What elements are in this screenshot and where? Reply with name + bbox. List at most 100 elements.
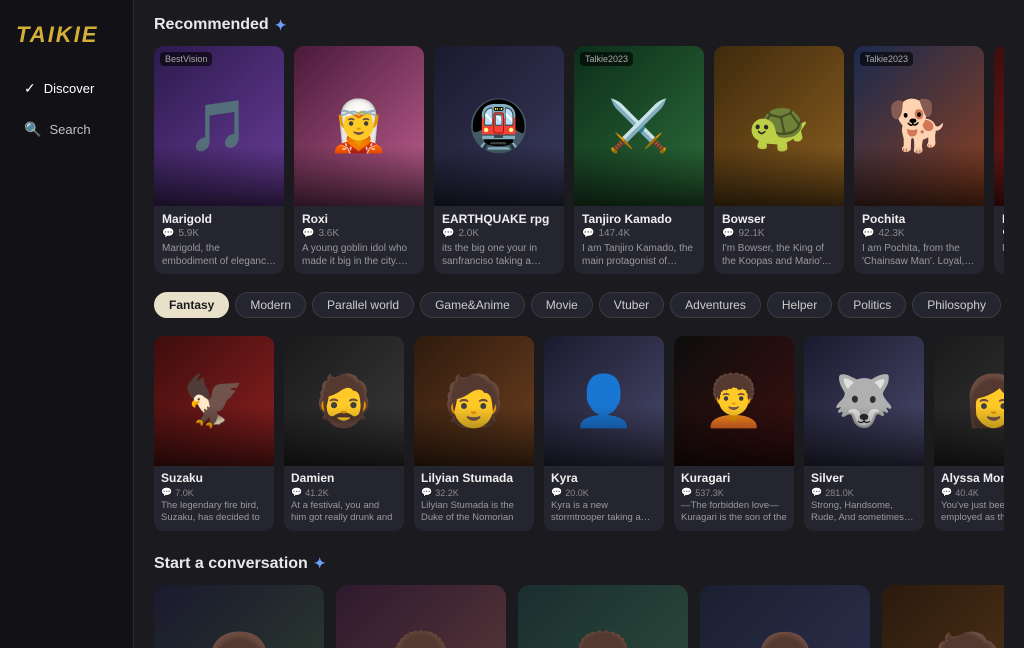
- rec-card-name: Ran R: [1002, 212, 1004, 226]
- rec-card-stats: 💬 42.3K: [862, 228, 976, 239]
- category-pill[interactable]: Fantasy: [154, 292, 229, 318]
- char-card-desc: Strong, Handsome, Rude, And sometimes He…: [811, 500, 917, 525]
- char-card-desc: The legendary fire bird, Suzaku, has dec…: [161, 500, 267, 525]
- category-pill[interactable]: Parallel world: [312, 292, 414, 318]
- rec-card-name: Roxi: [302, 212, 416, 226]
- conversation-row: 👩 Jade hi Best friend 👩‍🦱 Leah Hello cut…: [154, 585, 1004, 648]
- rec-card-name: Marigold: [162, 212, 276, 226]
- category-pill[interactable]: Game&Anime: [420, 292, 525, 318]
- char-card[interactable]: 👤 Kyra 💬 20.0K Kyra is a new stormtroope…: [544, 336, 664, 531]
- sidebar-item-label: Search: [49, 122, 90, 137]
- char-card-stats: 💬 537.3K: [681, 487, 787, 498]
- rec-card-stats: 💬 147.4K: [582, 228, 696, 239]
- conv-card[interactable]: 👩 Jade hi Best friend: [154, 585, 324, 648]
- char-card[interactable]: 🐺 Silver 💬 281.0K Strong, Handsome, Rude…: [804, 336, 924, 531]
- rec-card-image: 🚇: [434, 46, 564, 206]
- char-card-image: 👩: [934, 336, 1004, 466]
- category-pill[interactable]: Vtuber: [599, 292, 664, 318]
- message-icon: 💬: [551, 487, 562, 498]
- category-pill[interactable]: Politics: [838, 292, 906, 318]
- app-logo: TAIKIE: [0, 12, 133, 68]
- conversation-header: Start a conversation ✦: [154, 555, 1004, 573]
- rec-card-name: Bowser: [722, 212, 836, 226]
- sidebar-item-discover[interactable]: ✓ Discover: [8, 70, 125, 107]
- char-card-image: 🧑: [414, 336, 534, 466]
- rec-card-body: Ran R 💬 — I'm Ran Revenae: [994, 206, 1004, 261]
- rec-card[interactable]: ⚔️ Talkie2023 Tanjiro Kamado 💬 147.4K I …: [574, 46, 704, 274]
- conv-card-image: 👩‍🦱: [336, 585, 506, 648]
- message-icon: 💬: [722, 228, 734, 239]
- conv-card-image: 🧑: [882, 585, 1004, 648]
- char-card-stats: 💬 7.0K: [161, 487, 267, 498]
- category-pill[interactable]: Modern: [235, 292, 306, 318]
- rec-card[interactable]: 🗡️ Ran R 💬 — I'm Ran Revenae: [994, 46, 1004, 274]
- char-card-image: 🧑‍🦱: [674, 336, 794, 466]
- char-card-name: Suzaku: [161, 471, 267, 485]
- gradient-overlay: [714, 146, 844, 206]
- rec-card[interactable]: 🐢 Bowser 💬 92.1K I'm Bowser, the King of…: [714, 46, 844, 274]
- char-card-name: Silver: [811, 471, 917, 485]
- rec-card[interactable]: 🐕 Talkie2023 Pochita 💬 42.3K I am Pochit…: [854, 46, 984, 274]
- char-card[interactable]: 🦅 Suzaku 💬 7.0K The legendary fire bird,…: [154, 336, 274, 531]
- char-card-body: Suzaku 💬 7.0K The legendary fire bird, S…: [154, 466, 274, 531]
- conversation-star: ✦: [314, 555, 326, 572]
- category-pill[interactable]: Helper: [767, 292, 832, 318]
- rec-card[interactable]: 🎵 BestVision Marigold 💬 5.9K Marigold, t…: [154, 46, 284, 274]
- rec-card-stats: 💬 3.6K: [302, 228, 416, 239]
- rec-card-image: 🐢: [714, 46, 844, 206]
- conv-card[interactable]: 👩‍🦱 Leah Hello cutie: [336, 585, 506, 648]
- rec-card-body: Tanjiro Kamado 💬 147.4K I am Tanjiro Kam…: [574, 206, 704, 274]
- char-card[interactable]: 🧑‍🦱 Kuragari 💬 537.3K —The forbidden lov…: [674, 336, 794, 531]
- category-pill[interactable]: Movie: [531, 292, 593, 318]
- category-pill[interactable]: Adventures: [670, 292, 761, 318]
- char-card[interactable]: 🧔 Damien 💬 41.2K At a festival, you and …: [284, 336, 404, 531]
- rec-card-stats: 💬 2.0K: [442, 228, 556, 239]
- gradient-overlay: [434, 146, 564, 206]
- gradient-overlay: [994, 146, 1004, 206]
- rec-card-stats: 💬 —: [1002, 228, 1004, 239]
- char-card[interactable]: 🧑 Lilyian Stumada 💬 32.2K Lilyian Stumad…: [414, 336, 534, 531]
- rec-card-desc: I'm Ran Revenae: [1002, 242, 1004, 255]
- recommended-star: ✦: [275, 17, 287, 34]
- gradient-overlay: [414, 406, 534, 466]
- rec-card[interactable]: 🚇 EARTHQUAKE rpg 💬 2.0K its the big one …: [434, 46, 564, 274]
- char-card-stats: 💬 40.4K: [941, 487, 1004, 498]
- rec-card-badge: Talkie2023: [580, 52, 633, 66]
- rec-card-body: Bowser 💬 92.1K I'm Bowser, the King of t…: [714, 206, 844, 274]
- rec-card-name: Tanjiro Kamado: [582, 212, 696, 226]
- conv-card[interactable]: 👨 Luka "I walk in my dorm and see a girl…: [700, 585, 870, 648]
- rec-card-name: Pochita: [862, 212, 976, 226]
- gradient-overlay: [294, 146, 424, 206]
- char-card-body: Kuragari 💬 537.3K —The forbidden love—Ku…: [674, 466, 794, 531]
- char-card-desc: At a festival, you and him got really dr…: [291, 500, 397, 525]
- conv-card-image: 👩: [154, 585, 324, 648]
- char-card-stats: 💬 41.2K: [291, 487, 397, 498]
- message-icon: 💬: [941, 487, 952, 498]
- message-icon: 💬: [811, 487, 822, 498]
- char-card-desc: Lilyian Stumada is the Duke of the Nomor…: [421, 500, 527, 525]
- gradient-overlay: [804, 406, 924, 466]
- category-pill[interactable]: Philosophy: [912, 292, 1001, 318]
- char-card-body: Lilyian Stumada 💬 32.2K Lilyian Stumada …: [414, 466, 534, 531]
- rec-card-stats: 💬 5.9K: [162, 228, 276, 239]
- char-card[interactable]: 👩 Alyssa Montrone 💬 40.4K You've just be…: [934, 336, 1004, 531]
- rec-card-body: Roxi 💬 3.6K A young goblin idol who made…: [294, 206, 424, 274]
- message-icon: 💬: [862, 228, 874, 239]
- conv-card[interactable]: 🧑‍🦱 zeё Hi is your brother home?: [518, 585, 688, 648]
- rec-card[interactable]: 🧝 Roxi 💬 3.6K A young goblin idol who ma…: [294, 46, 424, 274]
- sidebar-item-search[interactable]: 🔍 Search: [8, 111, 125, 148]
- conv-card[interactable]: 🧑 Nathan babe who are you texting?: [882, 585, 1004, 648]
- char-card-stats: 💬 32.2K: [421, 487, 527, 498]
- gradient-overlay: [574, 146, 704, 206]
- recommended-row: 🎵 BestVision Marigold 💬 5.9K Marigold, t…: [154, 46, 1004, 274]
- main-content: Recommended ✦ 🎵 BestVision Marigold 💬 5.…: [134, 0, 1024, 648]
- char-card-body: Kyra 💬 20.0K Kyra is a new stormtrooper …: [544, 466, 664, 531]
- rec-card-desc: I'm Bowser, the King of the Koopas and M…: [722, 242, 836, 268]
- message-icon: 💬: [1002, 228, 1004, 239]
- char-card-body: Silver 💬 281.0K Strong, Handsome, Rude, …: [804, 466, 924, 531]
- conv-card-image: 🧑‍🦱: [518, 585, 688, 648]
- rec-card-name: EARTHQUAKE rpg: [442, 212, 556, 226]
- message-icon: 💬: [291, 487, 302, 498]
- message-icon: 💬: [161, 487, 172, 498]
- char-card-desc: Kyra is a new stormtrooper taking a subw…: [551, 500, 657, 525]
